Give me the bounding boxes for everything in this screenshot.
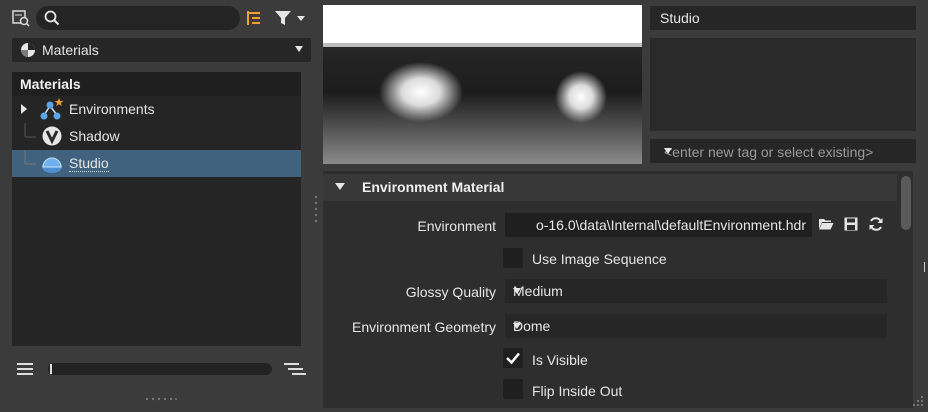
environment-path-field[interactable]: o-16.0\data\Internal\defaultEnvironment.… (505, 213, 812, 237)
list-icon[interactable] (16, 362, 34, 381)
tree-header-label: Materials (20, 76, 81, 92)
is-visible-checkbox[interactable] (503, 348, 523, 368)
filter-icon[interactable] (272, 8, 310, 28)
search-input[interactable] (36, 6, 240, 30)
tree-item-label: Environments (69, 101, 155, 117)
studio-icon (42, 157, 62, 173)
collapse-icon[interactable] (335, 183, 345, 190)
environment-path-value: o-16.0\data\Internal\defaultEnvironment.… (535, 217, 806, 233)
scrollbar-thumb[interactable] (901, 176, 911, 230)
is-visible-label: Is Visible (532, 352, 588, 368)
zoom-slider-handle[interactable] (50, 364, 52, 374)
tag-input-placeholder: <enter new tag or select existing> (664, 144, 874, 160)
flip-inside-out-checkbox[interactable] (503, 379, 523, 399)
chevron-down-icon[interactable] (664, 148, 672, 154)
window-edge-handle[interactable] (924, 262, 928, 272)
materials-icon (21, 43, 35, 57)
tree-item-label: Shadow (69, 128, 120, 144)
expand-arrow-icon[interactable] (20, 104, 28, 114)
chevron-down-icon (513, 288, 521, 294)
outline-icon[interactable] (283, 362, 307, 381)
tag-input[interactable]: <enter new tag or select existing> (650, 139, 916, 163)
open-folder-icon[interactable] (818, 217, 834, 236)
material-name-value: Studio (660, 10, 700, 26)
chevron-down-icon (295, 46, 303, 52)
environment-geometry-label: Environment Geometry (352, 319, 496, 335)
shadow-icon (42, 126, 62, 146)
material-name-field[interactable]: Studio (650, 6, 916, 30)
tree-item-shadow[interactable]: Shadow (12, 123, 301, 150)
tree-branch-line (24, 123, 36, 138)
section-title: Environment Material (362, 179, 505, 195)
tree-branch-line (24, 150, 36, 165)
library-dropdown[interactable]: Materials (12, 38, 311, 62)
material-preview[interactable] (323, 5, 642, 164)
glossy-quality-label: Glossy Quality (405, 284, 496, 300)
search-icon (44, 10, 60, 26)
environment-geometry-select[interactable]: Dome (505, 314, 887, 338)
panel-resize-grip[interactable] (145, 388, 177, 401)
tree-header: Materials (12, 72, 301, 96)
section-header-environment-material[interactable]: Environment Material (323, 174, 897, 201)
tree-item-label: Studio (69, 155, 109, 172)
search-view-icon[interactable] (10, 8, 32, 28)
tree-view-icon[interactable] (244, 8, 264, 28)
tree-item-environments[interactable]: Environments (12, 96, 301, 123)
glossy-quality-select[interactable]: Medium (505, 279, 887, 303)
chevron-down-icon (513, 323, 521, 329)
checkmark-icon (506, 352, 520, 365)
library-dropdown-label: Materials (42, 42, 99, 58)
tags-list[interactable] (650, 38, 916, 131)
environment-label: Environment (417, 218, 496, 234)
use-image-sequence-label: Use Image Sequence (532, 251, 667, 267)
zoom-slider[interactable] (48, 363, 272, 375)
save-icon[interactable] (844, 217, 858, 236)
flip-inside-out-label: Flip Inside Out (532, 383, 623, 399)
use-image-sequence-checkbox[interactable] (503, 248, 523, 268)
material-tree: Materials Environments Shadow Studio (12, 72, 301, 346)
tree-item-studio[interactable]: Studio (12, 150, 301, 177)
resize-grip[interactable] (910, 394, 924, 406)
refresh-icon[interactable] (868, 216, 884, 237)
environments-icon (40, 98, 64, 120)
